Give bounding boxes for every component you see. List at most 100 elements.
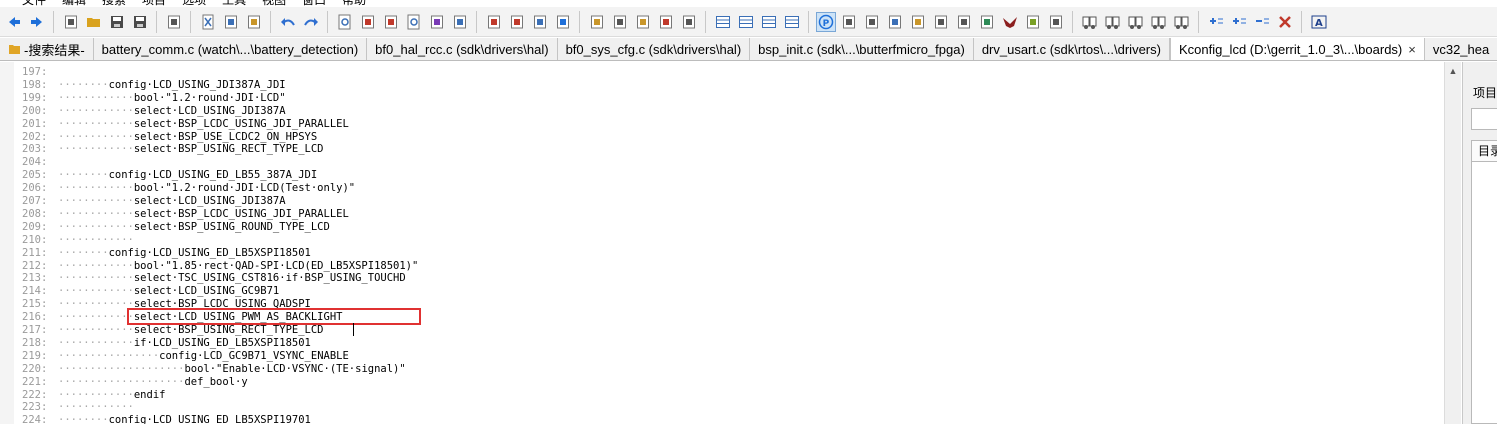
plugin-icon[interactable] (1023, 12, 1043, 32)
directory-list[interactable] (1471, 162, 1497, 424)
compare-2-icon[interactable] (1103, 12, 1123, 32)
tab-label: drv_usart.c (sdk\rtos\...\drivers) (981, 41, 1161, 57)
code-line[interactable]: 203: ············select·BSP_USING_RECT_TY… (22, 143, 324, 156)
code-line[interactable]: 220: ····················bool·"Enable·LCD… (22, 363, 406, 376)
paste-icon[interactable] (244, 12, 264, 32)
add-item-icon[interactable] (1229, 12, 1249, 32)
replace-icon[interactable] (427, 12, 447, 32)
compare-5-icon[interactable] (1172, 12, 1192, 32)
code-line[interactable]: 200: ············select·LCD_USING_JDI387A (22, 105, 286, 118)
code-line[interactable]: 210: ············ (22, 234, 134, 247)
symbol-icon[interactable] (885, 12, 905, 32)
web-search-icon[interactable] (450, 12, 470, 32)
bookmark-next-icon[interactable] (507, 12, 527, 32)
remove-item-icon[interactable] (1252, 12, 1272, 32)
redo-icon[interactable] (301, 12, 321, 32)
tag-icon[interactable] (954, 12, 974, 32)
code-line[interactable]: 198: ········config·LCD_USING_JDI387A_JDI (22, 79, 286, 92)
add-marker-icon[interactable] (1206, 12, 1226, 32)
code-line[interactable]: 205: ········config·LCD_USING_ED_LB55_387… (22, 169, 317, 182)
delete-icon[interactable] (1275, 12, 1295, 32)
cut-icon[interactable] (198, 12, 218, 32)
tab-active[interactable]: Kconfig_lcd (D:\gerrit_1.0_3\...\boards)… (1169, 38, 1425, 60)
code-line[interactable]: 219: ················config·LCD_GC9B71_VS… (22, 350, 349, 363)
bookmark-toggle-icon[interactable] (553, 12, 573, 32)
code-line[interactable]: 212: ············bool·"1.85·rect·QAD-SPI·… (22, 260, 418, 273)
code-line[interactable]: 218: ············if·LCD_USING_ED_LB5XSPI1… (22, 337, 311, 350)
code-line[interactable]: 208: ············select·BSP_LCDC_USING_JD… (22, 208, 349, 221)
package-icon[interactable] (977, 12, 997, 32)
undo-icon[interactable] (278, 12, 298, 32)
editor-gutter[interactable] (0, 62, 14, 424)
find-in-files-icon[interactable] (404, 12, 424, 32)
fullscreen-icon[interactable] (839, 12, 859, 32)
code-line[interactable]: 206: ············bool·"1.2·round·JDI·LCD(… (22, 182, 355, 195)
print-icon[interactable] (164, 12, 184, 32)
code-editor[interactable]: 197: 198: ········config·LCD_USING_JDI387A… (0, 62, 1444, 424)
close-tab-icon[interactable]: × (1408, 42, 1416, 57)
tab[interactable]: vc32_hea (1425, 38, 1497, 60)
code-text: config·LCD_GC9B71_VSYNC_ENABLE (159, 349, 349, 362)
layout-2-icon[interactable] (736, 12, 756, 32)
tab[interactable]: battery_comm.c (watch\...\battery_detect… (94, 38, 368, 60)
function-icon[interactable] (656, 12, 676, 32)
tab[interactable]: -搜索结果- (0, 38, 94, 60)
bookmark-prev-icon[interactable] (484, 12, 504, 32)
font-icon[interactable]: A (1309, 12, 1329, 32)
layout-3-icon[interactable] (759, 12, 779, 32)
tools-icon[interactable] (679, 12, 699, 32)
open-folder-icon[interactable] (84, 12, 104, 32)
goto-line-icon[interactable] (530, 12, 550, 32)
match-brace-icon[interactable] (587, 12, 607, 32)
code-line[interactable]: 224: ········config·LCD_USING_ED_LB5XSPI1… (22, 414, 311, 424)
whitespace-marker: ············ (58, 272, 134, 285)
new-file-icon[interactable] (61, 12, 81, 32)
project-filter-input[interactable] (1471, 108, 1497, 130)
find-next-icon[interactable] (381, 12, 401, 32)
tab[interactable]: bsp_init.c (sdk\...\butterfmicro_fpga) (750, 38, 974, 60)
compare-1-icon[interactable] (1080, 12, 1100, 32)
code-line[interactable]: 207: ············select·LCD_USING_JDI387A (22, 195, 286, 208)
layout-4-icon[interactable] (782, 12, 802, 32)
outline-icon[interactable] (908, 12, 928, 32)
tab[interactable]: bf0_sys_cfg.c (sdk\drivers\hal) (558, 38, 751, 60)
book-icon[interactable] (633, 12, 653, 32)
back-arrow-icon[interactable] (4, 12, 24, 32)
find-previous-icon[interactable] (358, 12, 378, 32)
tree-icon[interactable] (862, 12, 882, 32)
compare-3-icon[interactable] (1126, 12, 1146, 32)
save-icon[interactable] (107, 12, 127, 32)
bird-icon[interactable] (1000, 12, 1020, 32)
code-line[interactable]: 202: ············select·BSP_USE_LCDC2_ON_… (22, 131, 317, 144)
tab[interactable]: bf0_hal_rcc.c (sdk\drivers\hal) (367, 38, 558, 60)
scroll-up-arrow-icon[interactable]: ▲ (1445, 64, 1461, 78)
code-line[interactable]: 199: ············bool·"1.2·round·JDI·LCD" (22, 92, 286, 105)
directory-panel-tab[interactable]: 目录 (1471, 140, 1497, 162)
tab[interactable]: drv_usart.c (sdk\rtos\...\drivers) (974, 38, 1170, 60)
show-whitespace-icon[interactable]: P (815, 11, 836, 32)
code-line[interactable]: 209: ············select·BSP_USING_ROUND_T… (22, 221, 330, 234)
code-line[interactable]: 214: ············select·LCD_USING_GC9B71 (22, 285, 279, 298)
line-number: 206: (22, 182, 48, 195)
indent-icon[interactable] (610, 12, 630, 32)
code-line[interactable]: 217: ············select·BSP_USING_RECT_TY… (22, 324, 324, 337)
forward-arrow-icon[interactable] (27, 12, 47, 32)
grid-icon[interactable] (1046, 12, 1066, 32)
code-line[interactable]: 211: ········config·LCD_USING_ED_LB5XSPI1… (22, 247, 311, 260)
code-line[interactable]: 223: ············ (22, 401, 134, 414)
code-line[interactable]: 222: ············endif (22, 389, 165, 402)
compare-4-icon[interactable] (1149, 12, 1169, 32)
code-line[interactable]: 201: ············select·BSP_LCDC_USING_JD… (22, 118, 349, 131)
line-number: 197: (22, 66, 48, 78)
layout-1-icon[interactable] (713, 12, 733, 32)
save-all-icon[interactable] (130, 12, 150, 32)
line-number: 213: (22, 272, 48, 285)
code-line[interactable]: 221: ····················def_bool·y (22, 376, 248, 389)
find-icon[interactable] (335, 12, 355, 32)
help-icon[interactable] (931, 12, 951, 32)
vertical-scrollbar[interactable]: ▲ (1444, 62, 1461, 424)
copy-icon[interactable] (221, 12, 241, 32)
code-line[interactable]: 213: ············select·TSC_USING_CST816·… (22, 272, 406, 285)
code-line[interactable]: 204: (22, 156, 58, 169)
code-line[interactable]: 197: (22, 66, 58, 79)
